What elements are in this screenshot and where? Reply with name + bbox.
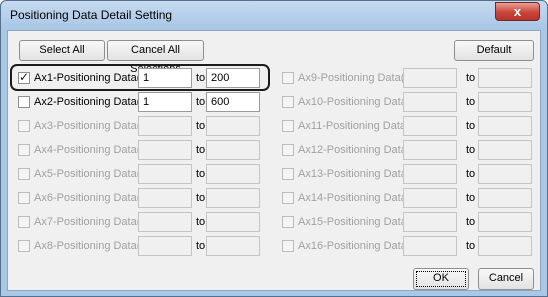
axis-row: Ax6-Positioning Data(6) to <box>18 188 266 208</box>
to-field <box>478 212 532 232</box>
axis-row: Ax8-Positioning Data(8) to <box>18 236 266 256</box>
axis-row: Ax5-Positioning Data(5) to <box>18 164 266 184</box>
to-field <box>206 188 260 208</box>
axis-label: Ax7-Positioning Data(7) <box>34 216 151 228</box>
from-field <box>138 116 192 136</box>
axis-row: Ax11-Positioning Data(U) to <box>282 116 538 136</box>
axis-label: Ax3-Positioning Data(3) <box>34 120 151 132</box>
title-bar: Positioning Data Detail Setting x <box>1 1 547 29</box>
to-field <box>206 236 260 256</box>
to-label: to <box>466 144 476 156</box>
to-label: to <box>466 120 476 132</box>
axis-checkbox <box>18 216 30 228</box>
from-field <box>403 188 457 208</box>
close-button[interactable]: x <box>495 2 540 21</box>
axis-label: Ax6-Positioning Data(6) <box>34 192 151 204</box>
axis-row: Ax9-Positioning Data(9) to <box>282 68 538 88</box>
axis-row: Ax13-Positioning Data(W) to <box>282 164 538 184</box>
to-field[interactable]: 600 <box>206 92 260 112</box>
to-field <box>478 140 532 160</box>
axis-checkbox <box>18 144 30 156</box>
to-field <box>206 212 260 232</box>
axis-checkbox <box>282 96 294 108</box>
to-field <box>478 236 532 256</box>
axis-row: Ax4-Positioning Data(4) to <box>18 140 266 160</box>
to-label: to <box>466 96 476 108</box>
axis-checkbox <box>18 240 30 252</box>
window-title: Positioning Data Detail Setting <box>10 8 173 22</box>
axis-checkbox[interactable] <box>18 96 30 108</box>
axis-row: Ax15-Positioning Data(Y) to <box>282 212 538 232</box>
to-label: to <box>196 192 206 204</box>
from-field <box>138 140 192 160</box>
to-field <box>206 116 260 136</box>
select-all-button[interactable]: Select All <box>19 40 105 61</box>
to-label: to <box>196 216 206 228</box>
default-label: Default <box>476 44 512 56</box>
axis-checkbox <box>18 168 30 180</box>
axis-checkbox <box>282 192 294 204</box>
cancel-all-selections-button[interactable]: Cancel All Selections <box>107 40 204 75</box>
to-label: to <box>466 240 476 252</box>
ax1-highlight-frame <box>10 64 270 91</box>
from-field <box>138 164 192 184</box>
axis-label: Ax9-Positioning Data(9) <box>298 72 415 84</box>
from-field <box>403 212 457 232</box>
to-label: to <box>196 144 206 156</box>
axis-label: Ax8-Positioning Data(8) <box>34 240 151 252</box>
axis-checkbox <box>18 192 30 204</box>
to-field <box>478 164 532 184</box>
select-all-label: Select All <box>39 44 85 56</box>
from-field <box>403 68 457 88</box>
from-field[interactable]: 1 <box>138 92 192 112</box>
axis-checkbox <box>18 120 30 132</box>
from-field <box>403 140 457 160</box>
from-field <box>138 212 192 232</box>
from-field <box>403 92 457 112</box>
axis-row: Ax12-Positioning Data(V) to <box>282 140 538 160</box>
from-field <box>138 236 192 256</box>
axis-checkbox <box>282 144 294 156</box>
axis-checkbox <box>282 216 294 228</box>
to-label: to <box>196 240 206 252</box>
to-field <box>206 164 260 184</box>
axis-checkbox <box>282 120 294 132</box>
to-field <box>478 116 532 136</box>
ok-button[interactable]: OK <box>413 268 469 290</box>
axis-row: Ax10-Positioning Data(T) to <box>282 92 538 112</box>
cancel-label: Cancel <box>488 272 524 284</box>
ok-focus-rect <box>416 271 466 287</box>
cancel-button[interactable]: Cancel <box>478 268 534 290</box>
dialog-window: Positioning Data Detail Setting x Select… <box>0 0 548 297</box>
to-field <box>478 188 532 208</box>
to-field <box>206 140 260 160</box>
to-label: to <box>466 216 476 228</box>
axis-checkbox <box>282 240 294 252</box>
to-label: to <box>196 168 206 180</box>
axis-checkbox <box>282 168 294 180</box>
axis-row: Ax2-Positioning Data(2) 1 to 600 <box>18 92 266 112</box>
from-field <box>403 116 457 136</box>
from-field <box>403 236 457 256</box>
to-label: to <box>466 72 476 84</box>
to-field <box>478 92 532 112</box>
to-label: to <box>196 120 206 132</box>
axis-row: Ax7-Positioning Data(7) to <box>18 212 266 232</box>
axis-checkbox <box>282 72 294 84</box>
axis-label: Ax2-Positioning Data(2) <box>34 96 151 108</box>
axis-row: Ax16-Positioning Data(Z) to <box>282 236 538 256</box>
from-field <box>403 164 457 184</box>
to-label: to <box>196 96 206 108</box>
axis-label: Ax5-Positioning Data(5) <box>34 168 151 180</box>
default-button[interactable]: Default <box>454 40 534 61</box>
axis-row: Ax14-Positioning Data(X) to <box>282 188 538 208</box>
to-label: to <box>466 168 476 180</box>
to-label: to <box>466 192 476 204</box>
axis-label: Ax4-Positioning Data(4) <box>34 144 151 156</box>
axis-row: Ax3-Positioning Data(3) to <box>18 116 266 136</box>
from-field <box>138 188 192 208</box>
to-field <box>478 68 532 88</box>
